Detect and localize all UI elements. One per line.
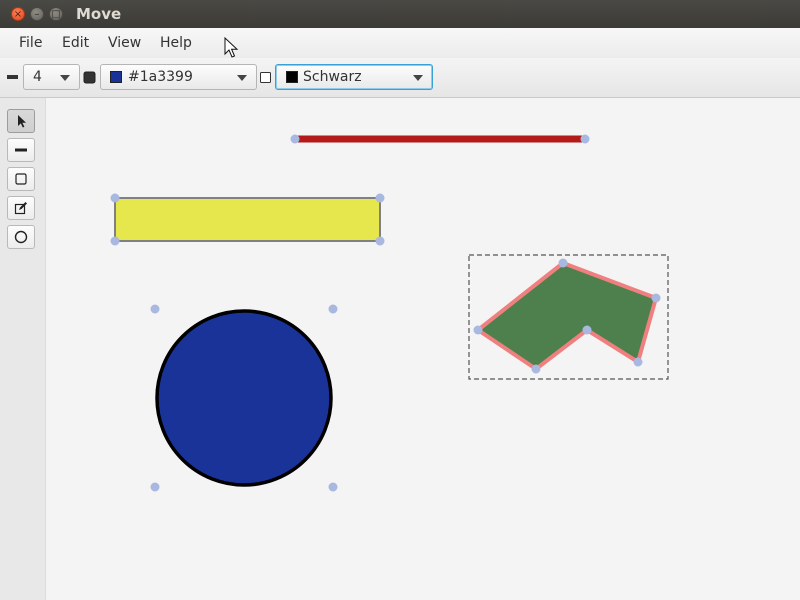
tool-strip xyxy=(0,98,46,600)
selection-handle[interactable] xyxy=(633,357,643,367)
selection-handle[interactable] xyxy=(328,304,338,314)
rectangle-icon xyxy=(15,173,27,185)
menu-file[interactable]: File xyxy=(19,35,42,51)
chevron-down-icon xyxy=(237,75,247,81)
selection-handle[interactable] xyxy=(531,364,541,374)
menu-edit[interactable]: Edit xyxy=(62,35,89,51)
line-tool-button[interactable] xyxy=(7,138,35,162)
chevron-down-icon xyxy=(413,75,423,81)
selection-handle[interactable] xyxy=(651,293,661,303)
selection-handle[interactable] xyxy=(150,304,160,314)
selection-handle[interactable] xyxy=(375,193,385,203)
canvas-shapes xyxy=(110,134,669,492)
menu-view[interactable]: View xyxy=(108,35,141,51)
close-window-icon[interactable]: × xyxy=(11,7,25,21)
menu-bar: File Edit View Help xyxy=(0,28,800,59)
title-bar[interactable]: × – □ Move xyxy=(0,0,800,28)
arrow-pointer-icon xyxy=(18,115,26,128)
filled-square-icon xyxy=(83,71,96,84)
circle-tool-button[interactable] xyxy=(7,225,35,249)
maximize-window-icon[interactable]: □ xyxy=(49,7,63,21)
menu-help[interactable]: Help xyxy=(160,35,192,51)
fill-color-select[interactable]: #1a3399 xyxy=(100,64,257,90)
empty-square-icon xyxy=(260,72,271,83)
rectangle-tool-button[interactable] xyxy=(7,167,35,191)
fill-color-value: #1a3399 xyxy=(128,69,193,85)
minimize-window-icon[interactable]: – xyxy=(30,7,44,21)
drawing-canvas[interactable] xyxy=(46,98,800,600)
selection-handle[interactable] xyxy=(110,236,120,246)
selection-handle[interactable] xyxy=(290,134,300,144)
stroke-color-select[interactable]: Schwarz xyxy=(275,64,433,90)
selection-handle[interactable] xyxy=(580,134,590,144)
toolbar: 4 #1a3399 Schwarz xyxy=(0,58,800,98)
yellow-rectangle-shape[interactable] xyxy=(114,197,381,242)
green-polygon-shape[interactable] xyxy=(476,261,658,371)
selection-handle[interactable] xyxy=(582,325,592,335)
select-tool-button[interactable] xyxy=(7,109,35,133)
mouse-cursor-icon xyxy=(224,37,239,58)
chevron-down-icon xyxy=(60,75,70,81)
pencil-edit-icon xyxy=(14,202,27,215)
stroke-width-value: 4 xyxy=(33,69,42,85)
selection-handle[interactable] xyxy=(110,193,120,203)
stroke-color-value: Schwarz xyxy=(303,69,362,85)
selection-handle[interactable] xyxy=(558,258,568,268)
selection-handle[interactable] xyxy=(473,325,483,335)
line-icon xyxy=(15,148,27,152)
freehand-tool-button[interactable] xyxy=(7,196,35,220)
blue-circle-shape[interactable] xyxy=(155,309,333,487)
selection-handle[interactable] xyxy=(150,482,160,492)
fill-color-swatch xyxy=(110,71,122,83)
circle-icon xyxy=(14,230,28,244)
selection-handle[interactable] xyxy=(375,236,385,246)
line-width-icon xyxy=(7,75,18,79)
selection-handle[interactable] xyxy=(328,482,338,492)
stroke-color-swatch xyxy=(286,71,298,83)
window-title: Move xyxy=(76,5,122,23)
stroke-width-select[interactable]: 4 xyxy=(23,64,80,90)
app-window: × – □ Move File Edit View Help 4 #1a3399 xyxy=(0,0,800,600)
